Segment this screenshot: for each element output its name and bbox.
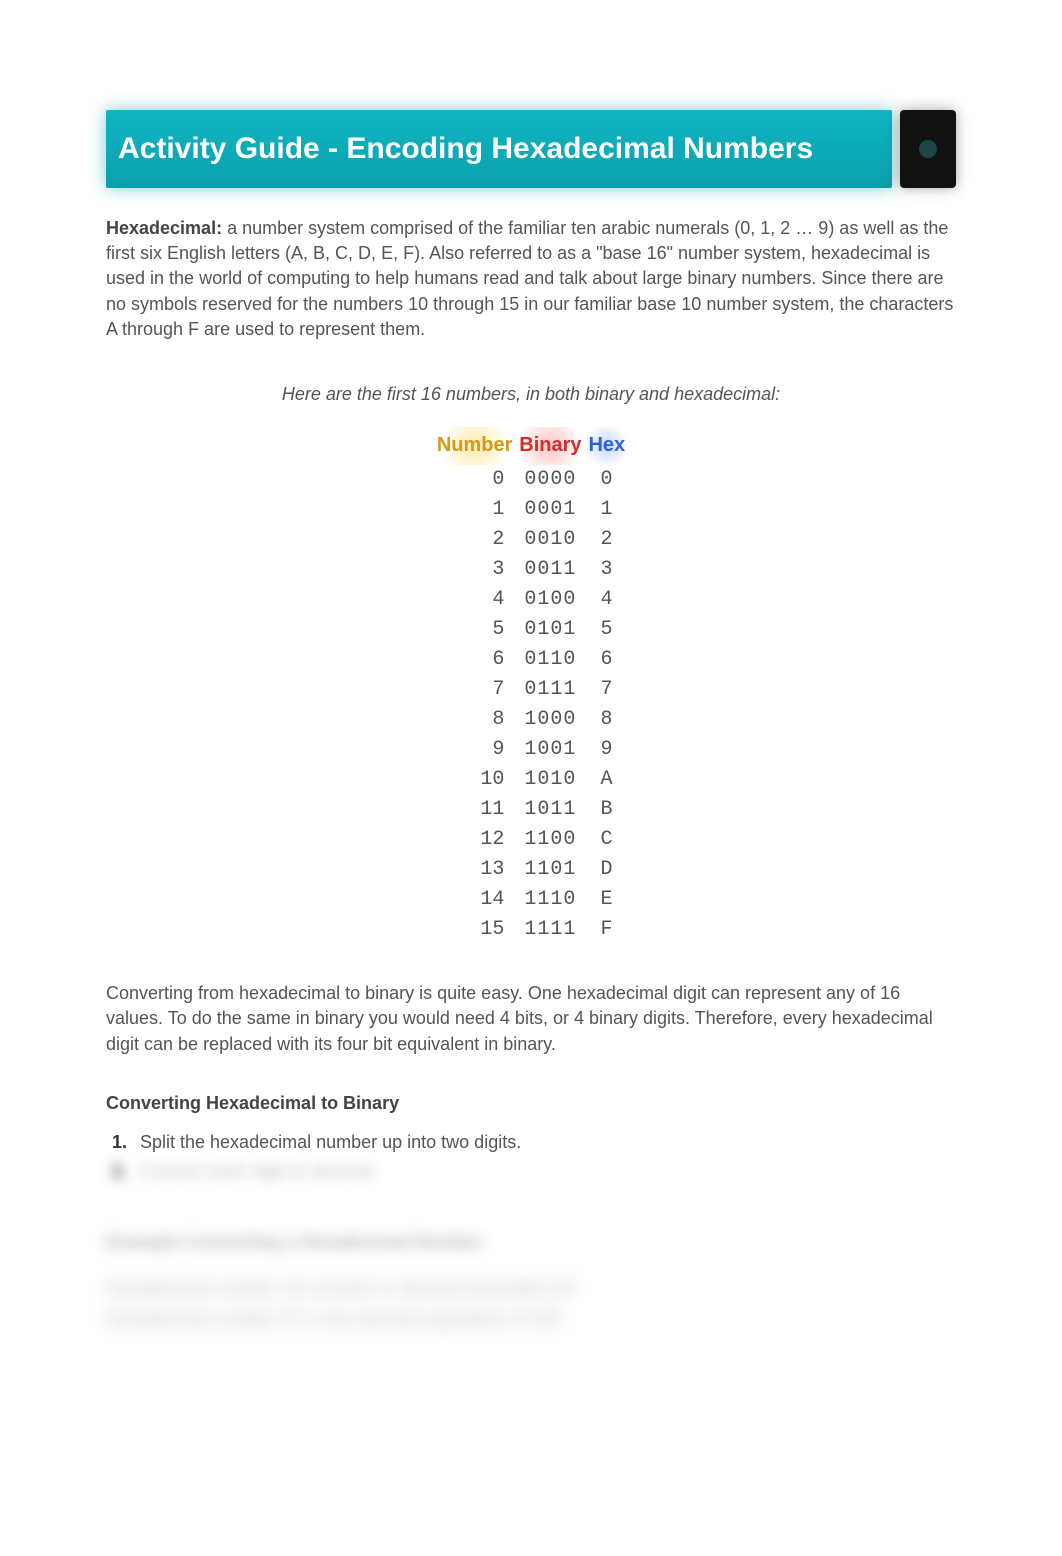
cell-number: 14 — [435, 885, 515, 915]
table-caption: Here are the first 16 numbers, in both b… — [106, 382, 956, 407]
cell-number: 12 — [435, 825, 515, 855]
cell-binary: 1111 — [514, 915, 586, 945]
conversion-table: Number Binary Hex 000000 100011 200102 3… — [435, 427, 627, 945]
cell-hex: 8 — [586, 705, 627, 735]
steps-list: Split the hexadecimal number up into two… — [132, 1130, 956, 1184]
page-title: Activity Guide - Encoding Hexadecimal Nu… — [106, 110, 892, 188]
intro-paragraph: Hexadecimal: a number system comprised o… — [106, 216, 956, 342]
table-row: 300113 — [435, 555, 627, 585]
cell-binary: 0001 — [514, 495, 586, 525]
cell-hex: 1 — [586, 495, 627, 525]
step-item-blurred: Convert each digit to decimal. — [132, 1159, 956, 1184]
cell-number: 2 — [435, 525, 515, 555]
table-row: 101010A — [435, 765, 627, 795]
cell-number: 5 — [435, 615, 515, 645]
cell-binary: 0101 — [514, 615, 586, 645]
cell-hex: 3 — [586, 555, 627, 585]
title-row: Activity Guide - Encoding Hexadecimal Nu… — [106, 110, 956, 188]
section-heading: Converting Hexadecimal to Binary — [106, 1091, 956, 1116]
cell-hex: 9 — [586, 735, 627, 765]
table-row: 401004 — [435, 585, 627, 615]
column-header-number: Number — [435, 427, 515, 465]
explanation-paragraph: Converting from hexadecimal to binary is… — [106, 981, 956, 1057]
table-body: 000000 100011 200102 300113 401004 50101… — [435, 465, 627, 945]
cell-number: 13 — [435, 855, 515, 885]
brand-logo — [900, 110, 956, 188]
cell-binary: 0010 — [514, 525, 586, 555]
cell-hex: C — [586, 825, 627, 855]
cell-hex: 2 — [586, 525, 627, 555]
cell-hex: F — [586, 915, 627, 945]
intro-body: a number system comprised of the familia… — [106, 218, 953, 339]
cell-hex: 7 — [586, 675, 627, 705]
cell-binary: 1001 — [514, 735, 586, 765]
cell-binary: 0110 — [514, 645, 586, 675]
cell-hex: 4 — [586, 585, 627, 615]
cell-number: 11 — [435, 795, 515, 825]
cell-number: 3 — [435, 555, 515, 585]
cell-binary: 1010 — [514, 765, 586, 795]
cell-binary: 1011 — [514, 795, 586, 825]
cell-number: 0 — [435, 465, 515, 495]
table-row: 000000 — [435, 465, 627, 495]
cell-hex: E — [586, 885, 627, 915]
cell-number: 9 — [435, 735, 515, 765]
cell-binary: 0011 — [514, 555, 586, 585]
table-row: 141110E — [435, 885, 627, 915]
table-row: 151111F — [435, 915, 627, 945]
blurred-line: Hexadecimal number 1A converts to decima… — [106, 1273, 956, 1304]
cell-hex: A — [586, 765, 627, 795]
blurred-section-heading: Example Converting a Hexadecimal Number — [106, 1230, 956, 1255]
table-row: 810008 — [435, 705, 627, 735]
cell-number: 4 — [435, 585, 515, 615]
table-row: 501015 — [435, 615, 627, 645]
blurred-content: Hexadecimal number 1A converts to decima… — [106, 1273, 956, 1334]
cell-binary: 1000 — [514, 705, 586, 735]
cell-hex: 5 — [586, 615, 627, 645]
cell-binary: 0111 — [514, 675, 586, 705]
cell-number: 6 — [435, 645, 515, 675]
table-row: 701117 — [435, 675, 627, 705]
table-row: 111011B — [435, 795, 627, 825]
cell-binary: 1101 — [514, 855, 586, 885]
column-header-hex: Hex — [586, 427, 627, 465]
cell-number: 7 — [435, 675, 515, 705]
table-row: 200102 — [435, 525, 627, 555]
table-row: 121100C — [435, 825, 627, 855]
blurred-line: Hexadecimal number FF is the decimal equ… — [106, 1304, 956, 1335]
cell-binary: 0100 — [514, 585, 586, 615]
table-row: 601106 — [435, 645, 627, 675]
cell-number: 15 — [435, 915, 515, 945]
cell-binary: 0000 — [514, 465, 586, 495]
step-item: Split the hexadecimal number up into two… — [132, 1130, 956, 1155]
table-header-row: Number Binary Hex — [435, 427, 627, 465]
column-header-binary: Binary — [514, 427, 586, 465]
intro-term: Hexadecimal: — [106, 218, 222, 238]
cell-binary: 1110 — [514, 885, 586, 915]
cell-binary: 1100 — [514, 825, 586, 855]
table-row: 131101D — [435, 855, 627, 885]
cell-hex: B — [586, 795, 627, 825]
table-row: 910019 — [435, 735, 627, 765]
cell-number: 8 — [435, 705, 515, 735]
document-page: Activity Guide - Encoding Hexadecimal Nu… — [0, 0, 1062, 1556]
cell-number: 10 — [435, 765, 515, 795]
cell-hex: D — [586, 855, 627, 885]
table-row: 100011 — [435, 495, 627, 525]
cell-number: 1 — [435, 495, 515, 525]
logo-dot-icon — [919, 140, 937, 158]
conversion-table-wrap: Number Binary Hex 000000 100011 200102 3… — [106, 427, 956, 945]
cell-hex: 0 — [586, 465, 627, 495]
cell-hex: 6 — [586, 645, 627, 675]
